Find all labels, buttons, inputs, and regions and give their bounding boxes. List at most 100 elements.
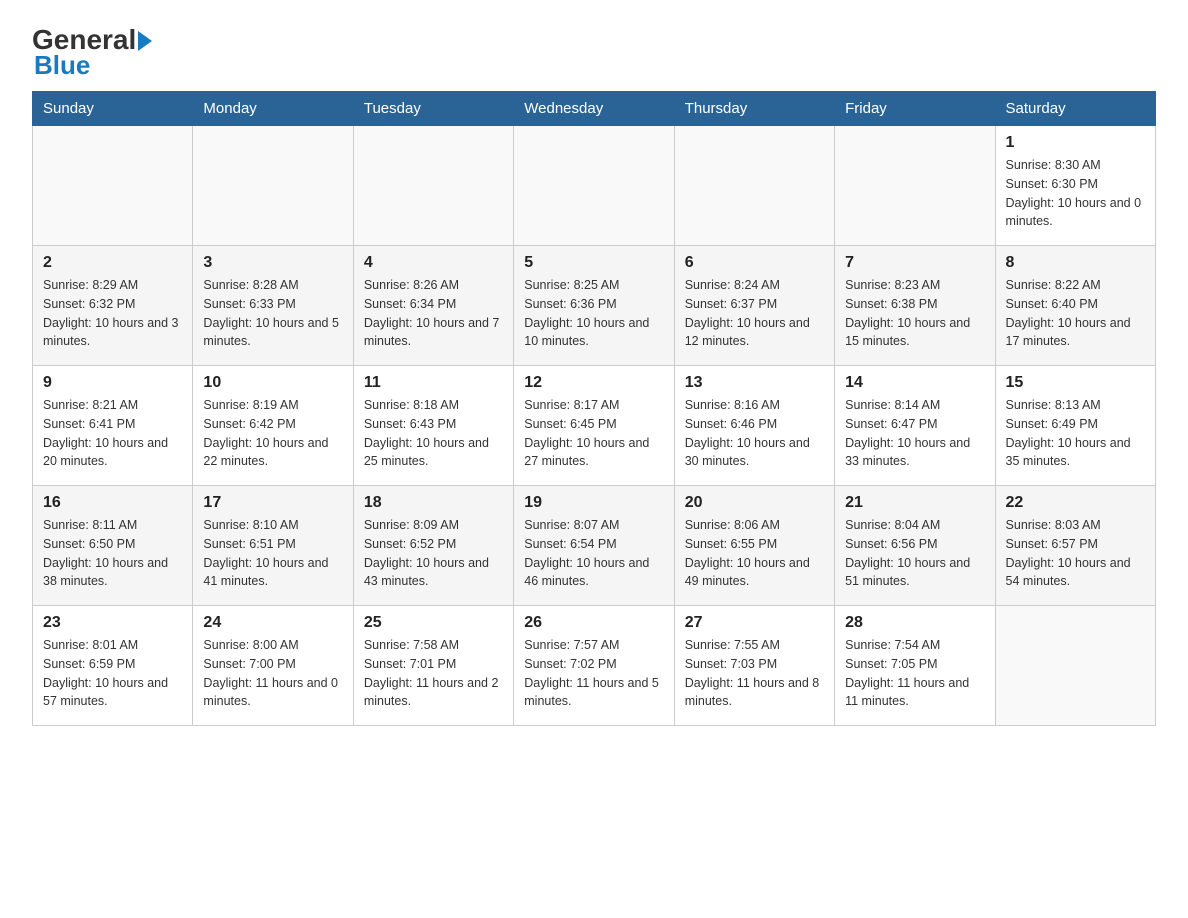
- day-number: 23: [43, 614, 182, 632]
- day-number: 10: [203, 374, 342, 392]
- calendar-cell: 14 Sunrise: 8:14 AM Sunset: 6:47 PM Dayli…: [835, 366, 995, 486]
- day-info: Sunrise: 8:18 AM Sunset: 6:43 PM Dayligh…: [364, 396, 503, 471]
- day-info: Sunrise: 7:54 AM Sunset: 7:05 PM Dayligh…: [845, 636, 984, 711]
- calendar-cell: 13 Sunrise: 8:16 AM Sunset: 6:46 PM Dayli…: [674, 366, 834, 486]
- day-info: Sunrise: 8:19 AM Sunset: 6:42 PM Dayligh…: [203, 396, 342, 471]
- calendar-cell: 23 Sunrise: 8:01 AM Sunset: 6:59 PM Dayli…: [33, 606, 193, 726]
- day-number: 22: [1006, 494, 1145, 512]
- day-info: Sunrise: 8:03 AM Sunset: 6:57 PM Dayligh…: [1006, 516, 1145, 591]
- calendar-cell: 6 Sunrise: 8:24 AM Sunset: 6:37 PM Daylig…: [674, 246, 834, 366]
- calendar-cell: 16 Sunrise: 8:11 AM Sunset: 6:50 PM Dayli…: [33, 486, 193, 606]
- day-info: Sunrise: 8:14 AM Sunset: 6:47 PM Dayligh…: [845, 396, 984, 471]
- day-number: 28: [845, 614, 984, 632]
- weekday-header-saturday: Saturday: [995, 92, 1155, 126]
- calendar-cell: 4Sunrise: 8:26 AM Sunset: 6:34 PM Daylig…: [353, 246, 513, 366]
- calendar-cell: 15 Sunrise: 8:13 AM Sunset: 6:49 PM Dayli…: [995, 366, 1155, 486]
- calendar-cell: [353, 126, 513, 246]
- calendar-cell: 24 Sunrise: 8:00 AM Sunset: 7:00 PM Dayli…: [193, 606, 353, 726]
- day-number: 11: [364, 374, 503, 392]
- day-number: 12: [524, 374, 663, 392]
- calendar: SundayMondayTuesdayWednesdayThursdayFrid…: [32, 91, 1156, 726]
- weekday-header-thursday: Thursday: [674, 92, 834, 126]
- day-number: 3: [203, 254, 342, 272]
- day-number: 17: [203, 494, 342, 512]
- weekday-header-friday: Friday: [835, 92, 995, 126]
- day-info: Sunrise: 8:11 AM Sunset: 6:50 PM Dayligh…: [43, 516, 182, 591]
- day-info: Sunrise: 8:26 AM Sunset: 6:34 PM Dayligh…: [364, 276, 503, 351]
- logo-arrow-icon: [138, 31, 152, 51]
- weekday-header-sunday: Sunday: [33, 92, 193, 126]
- calendar-cell: 5 Sunrise: 8:25 AM Sunset: 6:36 PM Daylig…: [514, 246, 674, 366]
- day-number: 19: [524, 494, 663, 512]
- day-info: Sunrise: 7:58 AM Sunset: 7:01 PM Dayligh…: [364, 636, 503, 711]
- day-number: 7: [845, 254, 984, 272]
- day-info: Sunrise: 8:09 AM Sunset: 6:52 PM Dayligh…: [364, 516, 503, 591]
- day-number: 20: [685, 494, 824, 512]
- day-info: Sunrise: 8:17 AM Sunset: 6:45 PM Dayligh…: [524, 396, 663, 471]
- calendar-cell: [835, 126, 995, 246]
- day-info: Sunrise: 8:00 AM Sunset: 7:00 PM Dayligh…: [203, 636, 342, 711]
- day-number: 2: [43, 254, 182, 272]
- logo: General Blue: [32, 24, 152, 81]
- day-number: 15: [1006, 374, 1145, 392]
- day-number: 16: [43, 494, 182, 512]
- day-info: Sunrise: 8:29 AM Sunset: 6:32 PM Dayligh…: [43, 276, 182, 351]
- calendar-cell: [674, 126, 834, 246]
- day-info: Sunrise: 8:30 AM Sunset: 6:30 PM Dayligh…: [1006, 156, 1145, 231]
- day-info: Sunrise: 7:55 AM Sunset: 7:03 PM Dayligh…: [685, 636, 824, 711]
- header: General Blue: [32, 24, 1156, 81]
- day-number: 27: [685, 614, 824, 632]
- calendar-cell: 21Sunrise: 8:04 AM Sunset: 6:56 PM Dayli…: [835, 486, 995, 606]
- day-number: 25: [364, 614, 503, 632]
- day-info: Sunrise: 8:23 AM Sunset: 6:38 PM Dayligh…: [845, 276, 984, 351]
- day-info: Sunrise: 8:21 AM Sunset: 6:41 PM Dayligh…: [43, 396, 182, 471]
- calendar-cell: 28 Sunrise: 7:54 AM Sunset: 7:05 PM Dayli…: [835, 606, 995, 726]
- day-info: Sunrise: 8:25 AM Sunset: 6:36 PM Dayligh…: [524, 276, 663, 351]
- day-number: 9: [43, 374, 182, 392]
- calendar-cell: 9 Sunrise: 8:21 AM Sunset: 6:41 PM Daylig…: [33, 366, 193, 486]
- day-info: Sunrise: 8:01 AM Sunset: 6:59 PM Dayligh…: [43, 636, 182, 711]
- calendar-cell: 18 Sunrise: 8:09 AM Sunset: 6:52 PM Dayli…: [353, 486, 513, 606]
- weekday-header-monday: Monday: [193, 92, 353, 126]
- day-number: 8: [1006, 254, 1145, 272]
- day-number: 26: [524, 614, 663, 632]
- day-info: Sunrise: 8:10 AM Sunset: 6:51 PM Dayligh…: [203, 516, 342, 591]
- calendar-cell: 27 Sunrise: 7:55 AM Sunset: 7:03 PM Dayli…: [674, 606, 834, 726]
- calendar-cell: [514, 126, 674, 246]
- day-info: Sunrise: 8:16 AM Sunset: 6:46 PM Dayligh…: [685, 396, 824, 471]
- calendar-cell: 17 Sunrise: 8:10 AM Sunset: 6:51 PM Dayli…: [193, 486, 353, 606]
- calendar-cell: 1 Sunrise: 8:30 AM Sunset: 6:30 PM Daylig…: [995, 126, 1155, 246]
- week-row-3: 9 Sunrise: 8:21 AM Sunset: 6:41 PM Daylig…: [33, 366, 1156, 486]
- calendar-cell: 20 Sunrise: 8:06 AM Sunset: 6:55 PM Dayli…: [674, 486, 834, 606]
- day-info: Sunrise: 7:57 AM Sunset: 7:02 PM Dayligh…: [524, 636, 663, 711]
- weekday-header-wednesday: Wednesday: [514, 92, 674, 126]
- week-row-5: 23 Sunrise: 8:01 AM Sunset: 6:59 PM Dayli…: [33, 606, 1156, 726]
- day-info: Sunrise: 8:24 AM Sunset: 6:37 PM Dayligh…: [685, 276, 824, 351]
- day-number: 13: [685, 374, 824, 392]
- calendar-cell: [995, 606, 1155, 726]
- calendar-cell: 8 Sunrise: 8:22 AM Sunset: 6:40 PM Daylig…: [995, 246, 1155, 366]
- calendar-cell: 19 Sunrise: 8:07 AM Sunset: 6:54 PM Dayli…: [514, 486, 674, 606]
- weekday-header-tuesday: Tuesday: [353, 92, 513, 126]
- calendar-cell: 11 Sunrise: 8:18 AM Sunset: 6:43 PM Dayli…: [353, 366, 513, 486]
- day-info: Sunrise: 8:28 AM Sunset: 6:33 PM Dayligh…: [203, 276, 342, 351]
- week-row-4: 16 Sunrise: 8:11 AM Sunset: 6:50 PM Dayli…: [33, 486, 1156, 606]
- day-info: Sunrise: 8:13 AM Sunset: 6:49 PM Dayligh…: [1006, 396, 1145, 471]
- weekday-header-row: SundayMondayTuesdayWednesdayThursdayFrid…: [33, 92, 1156, 126]
- day-number: 5: [524, 254, 663, 272]
- day-number: 24: [203, 614, 342, 632]
- day-number: 14: [845, 374, 984, 392]
- calendar-cell: [193, 126, 353, 246]
- calendar-cell: 22 Sunrise: 8:03 AM Sunset: 6:57 PM Dayli…: [995, 486, 1155, 606]
- day-info: Sunrise: 8:06 AM Sunset: 6:55 PM Dayligh…: [685, 516, 824, 591]
- day-number: 1: [1006, 134, 1145, 152]
- calendar-cell: 25 Sunrise: 7:58 AM Sunset: 7:01 PM Dayli…: [353, 606, 513, 726]
- day-number: 6: [685, 254, 824, 272]
- logo-sub: Blue: [34, 50, 90, 81]
- day-info: Sunrise: 8:07 AM Sunset: 6:54 PM Dayligh…: [524, 516, 663, 591]
- calendar-cell: 2 Sunrise: 8:29 AM Sunset: 6:32 PM Daylig…: [33, 246, 193, 366]
- day-info: Sunrise: 8:22 AM Sunset: 6:40 PM Dayligh…: [1006, 276, 1145, 351]
- calendar-cell: 26 Sunrise: 7:57 AM Sunset: 7:02 PM Dayli…: [514, 606, 674, 726]
- calendar-cell: [33, 126, 193, 246]
- day-number: 18: [364, 494, 503, 512]
